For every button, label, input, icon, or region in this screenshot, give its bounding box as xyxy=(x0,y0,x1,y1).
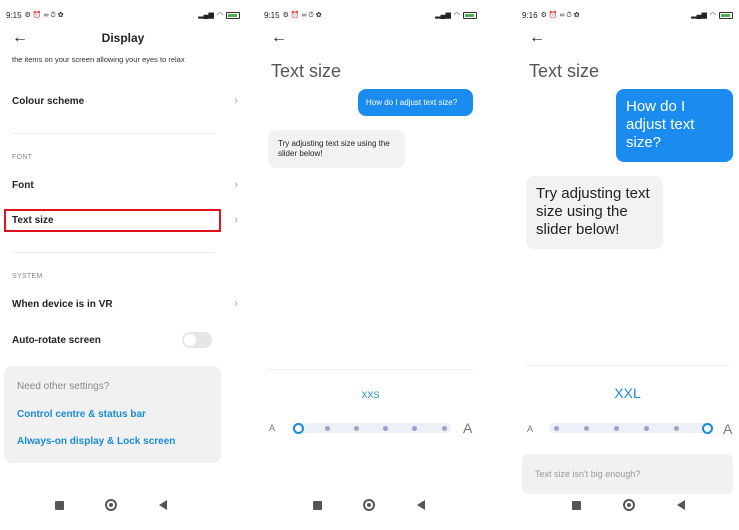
status-icons: ⚙ ⏰ ∞ ⏱ ✿ xyxy=(540,11,580,19)
section-header-system: SYSTEM xyxy=(12,273,43,280)
page-title: Display xyxy=(101,31,145,45)
other-settings-card: Need other settings? Control centre & st… xyxy=(4,366,221,463)
back-arrow-icon[interactable]: ← xyxy=(529,29,545,47)
large-a-label: A xyxy=(723,421,733,437)
small-a-label: A xyxy=(527,424,534,434)
signal-icon: ▂▄▆ xyxy=(198,12,214,19)
text-size-slider[interactable] xyxy=(291,422,451,434)
wifi-icon: ◠ xyxy=(216,12,223,19)
slider-step-dot[interactable] xyxy=(613,425,619,431)
slider-knob[interactable] xyxy=(292,422,304,434)
slider-step-dot[interactable] xyxy=(583,425,589,431)
home-button[interactable] xyxy=(623,499,635,511)
chevron-right-icon: › xyxy=(234,214,238,226)
divider xyxy=(526,365,729,366)
back-button[interactable] xyxy=(677,500,685,510)
large-a-label: A xyxy=(463,420,473,436)
slider-step-dot[interactable] xyxy=(441,425,447,431)
font-item[interactable]: Font xyxy=(12,180,220,191)
text-size-item[interactable]: Text size xyxy=(12,215,220,226)
home-button[interactable] xyxy=(105,499,117,511)
slider-step-dot[interactable] xyxy=(644,425,650,431)
wifi-icon: ◠ xyxy=(709,12,716,19)
battery-icon xyxy=(226,11,240,19)
answer-bubble: Try adjusting text size using the slider… xyxy=(268,130,405,168)
auto-rotate-toggle[interactable] xyxy=(182,332,212,348)
page-title: Text size xyxy=(271,61,342,81)
always-on-display-link[interactable]: Always-on display & Lock screen xyxy=(17,436,175,447)
answer-bubble: Try adjusting text size using the slider… xyxy=(526,176,663,249)
vr-item[interactable]: When device is in VR xyxy=(12,299,220,310)
status-bar: 9:15 ⚙ ⏰ ∞ ⏱ ✿ ▂▄▆ ◠ xyxy=(6,8,240,22)
divider xyxy=(12,252,214,253)
status-bar: 9:15 ⚙ ⏰ ∞ ⏱ ✿ ▂▄▆ ◠ xyxy=(264,8,477,22)
home-button[interactable] xyxy=(363,499,375,511)
chevron-right-icon: › xyxy=(234,179,238,191)
recents-button[interactable] xyxy=(572,501,581,510)
hint-text: Text size isn't big enough? xyxy=(535,469,641,479)
page-title: Text size xyxy=(529,61,600,81)
status-time: 9:15 xyxy=(264,10,280,20)
divider xyxy=(268,369,473,370)
other-settings-question: Need other settings? xyxy=(17,381,110,392)
slider-knob[interactable] xyxy=(701,422,713,434)
status-time: 9:15 xyxy=(6,10,22,20)
text-size-screen-small: 9:15 ⚙ ⏰ ∞ ⏱ ✿ ▂▄▆ ◠ ← Text size How do … xyxy=(258,0,483,530)
status-icons: ⚙ ⏰ ∞ ⏱ ✿ xyxy=(282,11,322,19)
signal-icon: ▂▄▆ xyxy=(691,12,707,19)
slider-step-dot[interactable] xyxy=(412,425,418,431)
chevron-right-icon: › xyxy=(234,298,238,310)
question-bubble: How do I adjust text size? xyxy=(616,89,733,162)
small-a-label: A xyxy=(269,423,276,433)
back-button[interactable] xyxy=(159,500,167,510)
status-time: 9:16 xyxy=(522,10,538,20)
nav-bar xyxy=(258,498,483,512)
status-icons: ⚙ ⏰ ∞ ⏱ ✿ xyxy=(24,11,64,19)
slider-step-dot[interactable] xyxy=(383,425,389,431)
chevron-right-icon: › xyxy=(234,95,238,107)
hint-card[interactable]: Text size isn't big enough? xyxy=(522,454,733,494)
text-size-slider[interactable] xyxy=(549,422,714,434)
battery-icon xyxy=(463,11,477,19)
slider-step-dot[interactable] xyxy=(553,425,559,431)
back-arrow-icon[interactable]: ← xyxy=(271,29,287,47)
slider-step-dot[interactable] xyxy=(674,425,680,431)
slider-step-dot[interactable] xyxy=(353,425,359,431)
control-centre-link[interactable]: Control centre & status bar xyxy=(17,409,146,420)
back-button[interactable] xyxy=(417,500,425,510)
wifi-icon: ◠ xyxy=(453,12,460,19)
display-settings-screen: 9:15 ⚙ ⏰ ∞ ⏱ ✿ ▂▄▆ ◠ ← Display the items… xyxy=(0,0,246,530)
divider xyxy=(12,133,214,134)
colour-scheme-item[interactable]: Colour scheme xyxy=(12,96,220,107)
recents-button[interactable] xyxy=(313,501,322,510)
nav-bar xyxy=(0,498,246,512)
question-bubble: How do I adjust text size? xyxy=(358,89,473,116)
recents-button[interactable] xyxy=(55,501,64,510)
size-label: XXS xyxy=(361,390,380,400)
nav-bar xyxy=(516,498,739,512)
battery-icon xyxy=(719,11,733,19)
slider-step-dot[interactable] xyxy=(324,425,330,431)
setting-description: the items on your screen allowing your e… xyxy=(12,55,185,64)
text-size-screen-large: 9:16 ⚙ ⏰ ∞ ⏱ ✿ ▂▄▆ ◠ ← Text size How do … xyxy=(516,0,739,530)
status-bar: 9:16 ⚙ ⏰ ∞ ⏱ ✿ ▂▄▆ ◠ xyxy=(522,8,733,22)
signal-icon: ▂▄▆ xyxy=(435,12,451,19)
size-label: XXL xyxy=(614,385,641,401)
section-header-font: FONT xyxy=(12,154,33,161)
